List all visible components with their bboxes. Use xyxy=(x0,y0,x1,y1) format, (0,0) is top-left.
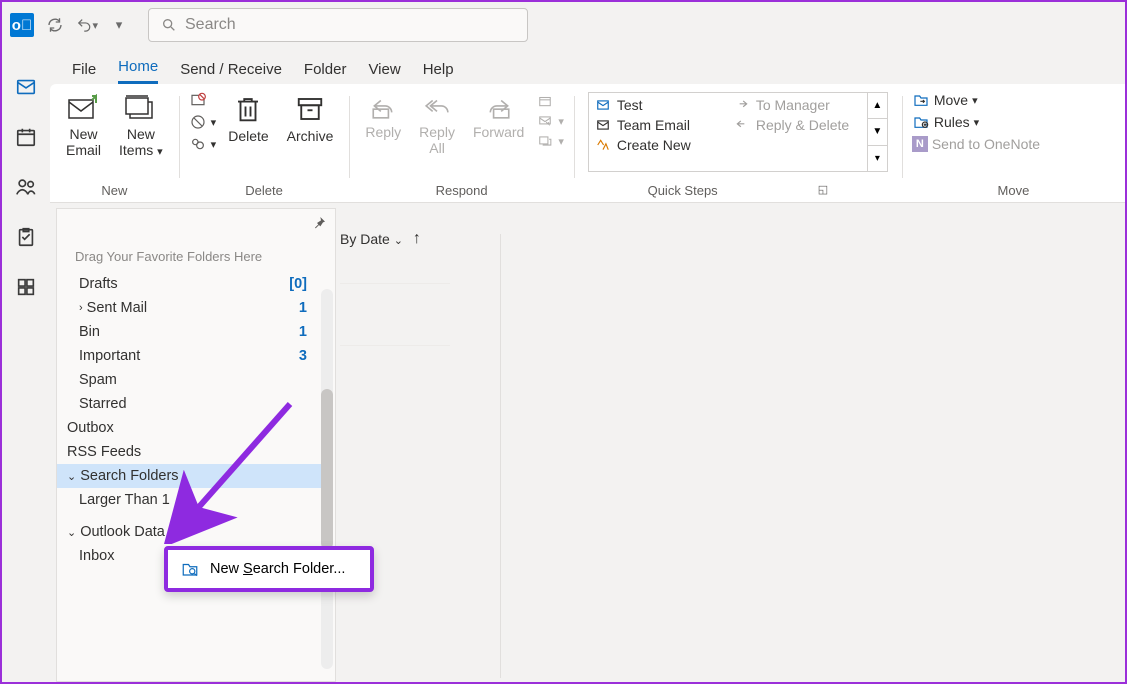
menu-bar: File Home Send / Receive Folder View Hel… xyxy=(50,48,1125,84)
more-respond-button[interactable]: ▾ xyxy=(536,134,564,148)
group-label-move: Move xyxy=(912,183,1115,198)
search-icon xyxy=(161,17,177,33)
move-button[interactable]: Move ▾ xyxy=(912,92,1040,108)
forward-button[interactable]: Forward xyxy=(467,90,530,144)
undo-icon[interactable]: ▾ xyxy=(76,14,98,36)
quicksteps-launcher-icon[interactable]: ◱ xyxy=(818,183,828,198)
folder-row[interactable]: › Sent Mail 1 xyxy=(57,296,321,320)
folder-row[interactable]: RSS Feeds xyxy=(57,440,321,464)
chevron-down-icon: ⌄ xyxy=(394,235,403,247)
folder-label: Drafts xyxy=(79,276,118,292)
qat-overflow-icon[interactable]: ▾ xyxy=(108,14,130,36)
folder-tree: Drafts [0] › Sent Mail 1 Bin 1 Important 3 Spam St… xyxy=(57,272,335,681)
qs-reply-delete[interactable]: Reply & Delete xyxy=(734,117,861,133)
search-placeholder: Search xyxy=(185,16,236,34)
folder-row[interactable]: ⌄ Outlook Data File xyxy=(57,520,321,544)
folder-label: Inbox xyxy=(79,548,114,564)
folder-row[interactable]: Larger Than 1 xyxy=(57,488,321,512)
rail-mail-icon[interactable] xyxy=(15,76,37,98)
qs-scroll-down[interactable]: ▼ xyxy=(868,118,887,144)
qs-to-manager[interactable]: To Manager xyxy=(734,97,861,113)
outlook-logo-icon: o⃯ xyxy=(10,13,34,37)
folder-label: Bin xyxy=(79,324,100,340)
new-items-button[interactable]: New Items ▾ xyxy=(113,90,169,162)
onenote-button[interactable]: NSend to OneNote xyxy=(912,136,1040,152)
folder-label: RSS Feeds xyxy=(67,444,141,460)
folder-label: Starred xyxy=(79,396,127,412)
folder-label: Important xyxy=(79,348,140,364)
folder-row[interactable]: Spam xyxy=(57,368,321,392)
menu-folder[interactable]: Folder xyxy=(304,61,347,84)
group-label-new: New xyxy=(60,183,169,198)
folder-label: Outlook Data File xyxy=(80,524,192,540)
quick-steps-gallery[interactable]: Test Team Email Create New To Manager Re… xyxy=(588,92,888,172)
folder-label: Spam xyxy=(79,372,117,388)
folder-count: 1 xyxy=(299,300,307,316)
ignore-button[interactable] xyxy=(189,92,217,108)
qs-team-email[interactable]: Team Email xyxy=(595,117,722,133)
qs-create-new[interactable]: Create New xyxy=(595,137,722,153)
qs-expand[interactable]: ▾ xyxy=(868,145,887,171)
rail-tasks-icon[interactable] xyxy=(15,226,37,248)
chevron-down-icon: ⌄ xyxy=(67,470,76,483)
search-input[interactable]: Search xyxy=(148,8,528,42)
folder-row[interactable]: Starred xyxy=(57,392,321,416)
folder-row[interactable]: Important 3 xyxy=(57,344,321,368)
menu-home[interactable]: Home xyxy=(118,58,158,84)
menu-help[interactable]: Help xyxy=(423,61,454,84)
folder-label: Larger Than 1 xyxy=(79,492,170,508)
folder-label: Sent Mail xyxy=(87,300,147,316)
folder-count: 3 xyxy=(299,348,307,364)
left-nav-rail xyxy=(2,48,50,682)
chevron-down-icon: ⌄ xyxy=(67,526,76,539)
ribbon: New Email New Items ▾ New ▾ ▾ xyxy=(50,84,1125,202)
reply-button[interactable]: Reply xyxy=(359,90,407,144)
cleanup-button[interactable]: ▾ xyxy=(189,136,217,152)
search-folder-icon xyxy=(180,560,200,578)
folder-label: Outbox xyxy=(67,420,114,436)
sort-by-date[interactable]: By Date ⌄ xyxy=(340,231,403,247)
folder-count: 1 xyxy=(299,324,307,340)
context-menu: New Search Folder... xyxy=(164,546,374,592)
folder-row[interactable] xyxy=(57,512,321,520)
pane-divider[interactable] xyxy=(500,234,501,678)
rail-people-icon[interactable] xyxy=(15,176,37,198)
refresh-icon[interactable] xyxy=(44,14,66,36)
folder-label: Search Folders xyxy=(80,468,178,484)
scrollbar-thumb[interactable] xyxy=(321,389,333,549)
group-label-respond: Respond xyxy=(359,183,563,198)
menu-send-receive[interactable]: Send / Receive xyxy=(180,61,282,84)
rail-calendar-icon[interactable] xyxy=(15,126,37,148)
folder-row[interactable]: Drafts [0] xyxy=(57,272,321,296)
reply-all-button[interactable]: Reply All xyxy=(413,90,461,160)
menu-file[interactable]: File xyxy=(72,61,96,84)
chevron-right-icon: › xyxy=(79,302,83,314)
menu-view[interactable]: View xyxy=(368,61,400,84)
qs-scroll-up[interactable]: ▲ xyxy=(868,93,887,118)
archive-button[interactable]: Archive xyxy=(281,90,340,148)
rules-button[interactable]: Rules ▾ xyxy=(912,114,1040,130)
group-label-quicksteps: Quick Steps xyxy=(648,183,718,198)
pin-icon[interactable] xyxy=(311,215,327,231)
folder-row[interactable]: Bin 1 xyxy=(57,320,321,344)
folder-pane: Drag Your Favorite Folders Here Drafts [0… xyxy=(56,208,336,682)
delete-button[interactable]: Delete xyxy=(222,90,274,148)
qs-test[interactable]: Test xyxy=(595,97,722,113)
sort-direction-icon[interactable]: ↑ xyxy=(413,230,421,248)
rail-apps-icon[interactable] xyxy=(15,276,37,298)
junk-button[interactable]: ▾ xyxy=(189,114,217,130)
folder-row[interactable]: Outbox xyxy=(57,416,321,440)
forward-im-button[interactable]: ▾ xyxy=(536,114,564,128)
ctx-new-search-folder[interactable]: New Search Folder... xyxy=(168,554,370,584)
folder-row[interactable]: ⌄ Search Folders xyxy=(57,464,321,488)
new-email-button[interactable]: New Email xyxy=(60,90,107,162)
favorites-hint: Drag Your Favorite Folders Here xyxy=(57,209,335,272)
group-label-delete: Delete xyxy=(189,183,340,198)
folder-count: [0] xyxy=(289,276,307,292)
meeting-reply-button[interactable] xyxy=(536,94,564,108)
